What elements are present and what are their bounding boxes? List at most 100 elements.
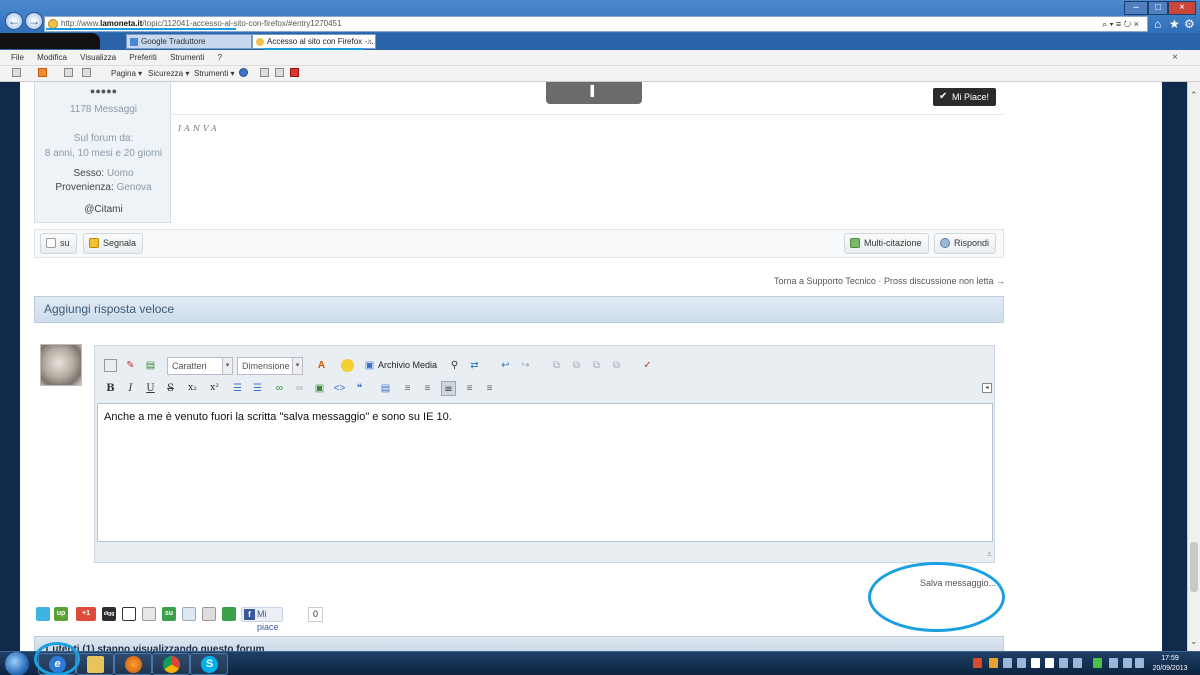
replace-icon[interactable]: ⇄ bbox=[468, 359, 481, 372]
maximize-button[interactable]: □ bbox=[1148, 1, 1168, 15]
rss-icon[interactable] bbox=[38, 66, 47, 81]
download-icon[interactable] bbox=[222, 607, 236, 621]
paste-icon[interactable]: ⧉ bbox=[570, 359, 583, 372]
collapse-toolbar-button[interactable]: ◂ bbox=[982, 383, 992, 393]
page-scrollbar[interactable]: ⌃ ⌄ bbox=[1187, 82, 1200, 651]
image-icon[interactable]: ▣ bbox=[313, 382, 326, 395]
security-menu[interactable]: Sicurezza ▾ bbox=[148, 66, 189, 81]
addon-icon[interactable] bbox=[290, 66, 299, 81]
next-unread-link[interactable]: Pross discussione non letta → bbox=[884, 276, 1005, 286]
align-right-icon[interactable]: ≡ bbox=[483, 382, 496, 395]
table-icon[interactable]: ▤ bbox=[144, 359, 157, 372]
media-icon[interactable]: ▣ bbox=[363, 359, 376, 372]
underline-button[interactable]: U bbox=[143, 381, 158, 396]
print-icon[interactable] bbox=[82, 66, 91, 81]
flag-icon[interactable] bbox=[1045, 658, 1054, 668]
tab-forum[interactable]: Accesso al sito con Firefox -... × bbox=[252, 34, 376, 49]
menu-strumenti[interactable]: Strumenti bbox=[170, 53, 204, 62]
stumbleupon-icon[interactable]: up bbox=[54, 607, 68, 621]
bluetooth-icon[interactable] bbox=[1109, 658, 1118, 668]
align-left-icon[interactable]: ≡ bbox=[401, 382, 414, 395]
digg-icon[interactable]: digg bbox=[102, 607, 116, 621]
unlink-icon[interactable]: ∞ bbox=[293, 382, 306, 395]
twitter-icon[interactable] bbox=[36, 607, 50, 621]
tray-app-icon[interactable] bbox=[1073, 658, 1082, 668]
favorites-icon[interactable]: ★ bbox=[1169, 17, 1180, 31]
help-icon[interactable] bbox=[239, 66, 248, 81]
menu-preferiti[interactable]: Preferiti bbox=[129, 53, 157, 62]
report-button[interactable]: Segnala bbox=[83, 233, 144, 254]
outdent-icon[interactable]: ≡ bbox=[421, 382, 434, 395]
binoculars-icon[interactable]: ⚲ bbox=[448, 359, 461, 372]
system-clock[interactable]: 17:59 20/09/2013 bbox=[1144, 654, 1196, 674]
scroll-thumb[interactable] bbox=[1190, 542, 1198, 592]
italic-button[interactable]: I bbox=[123, 381, 138, 396]
tray-app-icon[interactable] bbox=[973, 658, 982, 668]
undo-icon[interactable]: ↩ bbox=[499, 359, 512, 372]
facebook-like-button[interactable]: f Mi piace bbox=[241, 607, 283, 632]
research-icon[interactable] bbox=[260, 66, 269, 81]
minimize-button[interactable]: – bbox=[1124, 1, 1148, 15]
copy-icon[interactable]: ⧉ bbox=[550, 359, 563, 372]
scroll-down-arrow-icon[interactable]: ⌄ bbox=[1190, 636, 1198, 647]
source-icon[interactable] bbox=[104, 359, 117, 372]
page-menu[interactable]: Pagina ▾ bbox=[111, 66, 142, 81]
emoticon-icon[interactable] bbox=[341, 359, 354, 372]
email-icon[interactable] bbox=[182, 607, 196, 621]
link-icon[interactable]: ∞ bbox=[273, 382, 286, 395]
taskbar-chrome[interactable] bbox=[152, 653, 190, 675]
post-slider-handle[interactable]: ▌ bbox=[546, 82, 642, 104]
align-justify-button[interactable]: ≡ bbox=[441, 381, 456, 396]
close-window-button[interactable]: × bbox=[1168, 1, 1196, 15]
tab-google-translate[interactable]: Google Traduttore bbox=[126, 34, 252, 49]
align-center-icon[interactable]: ≡ bbox=[463, 382, 476, 395]
menu-help[interactable]: ? bbox=[218, 53, 222, 62]
taskbar-firefox[interactable] bbox=[114, 653, 152, 675]
volume-icon[interactable] bbox=[1135, 658, 1144, 668]
back-button[interactable]: ← bbox=[5, 12, 23, 30]
tools-menu[interactable]: Strumenti ▾ bbox=[194, 66, 234, 81]
network-icon[interactable] bbox=[1123, 658, 1132, 668]
mail-icon[interactable] bbox=[64, 66, 73, 81]
multiquote-button[interactable]: Multi-citazione bbox=[844, 233, 929, 254]
back-to-forum-link[interactable]: Torna a Supporto Tecnico bbox=[774, 276, 876, 286]
resize-handle[interactable]: ⩡ bbox=[987, 549, 992, 560]
tray-app-icon[interactable] bbox=[1059, 658, 1068, 668]
close-bar-icon[interactable]: × bbox=[1172, 50, 1178, 65]
spellcheck-icon[interactable]: ✓ bbox=[641, 359, 654, 372]
print-page-icon[interactable] bbox=[202, 607, 216, 621]
reply-button[interactable]: Rispondi bbox=[934, 233, 997, 254]
indent-icon[interactable]: ▤ bbox=[379, 382, 392, 395]
share-su-icon[interactable]: su bbox=[162, 607, 176, 621]
tray-app-icon[interactable] bbox=[989, 658, 998, 668]
home-page-icon[interactable] bbox=[12, 66, 21, 81]
code-icon[interactable]: <> bbox=[333, 382, 346, 395]
settings-icon[interactable]: ⚙ bbox=[1184, 17, 1195, 31]
reply-textarea[interactable]: Anche a me è venuto fuori la scritta "sa… bbox=[97, 403, 993, 542]
bullet-list-icon[interactable]: ☰ bbox=[231, 382, 244, 395]
superscript-button[interactable]: x² bbox=[207, 381, 222, 396]
start-button[interactable] bbox=[5, 652, 29, 675]
paste-text-icon[interactable]: ⧉ bbox=[590, 359, 603, 372]
close-tab-icon[interactable]: × bbox=[367, 35, 372, 49]
font-select[interactable]: Caratteri ▾ bbox=[167, 357, 233, 375]
taskbar-explorer[interactable] bbox=[76, 653, 114, 675]
eraser-icon[interactable]: ✎ bbox=[124, 359, 137, 372]
tray-app-icon[interactable] bbox=[1003, 658, 1012, 668]
subscript-button[interactable]: x₂ bbox=[185, 381, 200, 396]
cite-user-link[interactable]: @Citami bbox=[35, 204, 172, 215]
google-plus-icon[interactable]: +1 bbox=[76, 607, 96, 621]
text-color-icon[interactable]: A bbox=[315, 359, 328, 372]
menu-modifica[interactable]: Modifica bbox=[37, 53, 67, 62]
home-icon[interactable]: ⌂ bbox=[1154, 17, 1161, 31]
scroll-up-button[interactable]: su bbox=[40, 233, 77, 254]
nvidia-icon[interactable] bbox=[1093, 658, 1102, 668]
size-select[interactable]: Dimensione ▾ bbox=[237, 357, 303, 375]
translate-addon-icon[interactable] bbox=[275, 66, 284, 81]
reddit-icon[interactable] bbox=[142, 607, 156, 621]
delicious-icon[interactable] bbox=[122, 607, 136, 621]
like-button[interactable]: ✔ Mi Piace! bbox=[933, 88, 997, 106]
tray-app-icon[interactable] bbox=[1017, 658, 1026, 668]
scroll-up-arrow-icon[interactable]: ⌃ bbox=[1190, 90, 1198, 101]
action-center-flag-icon[interactable] bbox=[1031, 658, 1040, 668]
